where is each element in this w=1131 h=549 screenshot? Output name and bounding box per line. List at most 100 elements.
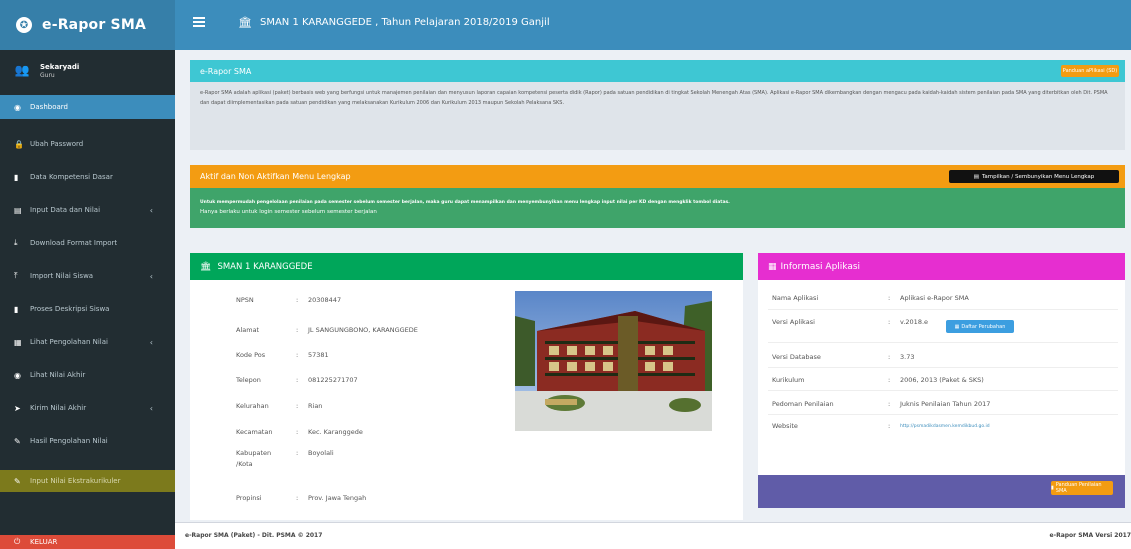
field-label: Nama Aplikasi <box>772 294 819 302</box>
school-field-kabupaten: Kabupaten /Kota: Boyolali <box>236 449 334 468</box>
sidebar-item-hasil-pengolahan[interactable]: ✎ Hasil Pengolahan Nilai <box>0 429 175 453</box>
list-icon: ▦ <box>768 261 777 272</box>
chevron-left-icon: ‹ <box>149 205 153 215</box>
footer-right: e-Rapor SMA Versi 2017 <box>1049 532 1131 539</box>
sidebar-item-label: Input Data dan Nilai <box>30 206 101 214</box>
sidebar-item-kirim-nilai[interactable]: ➤ Kirim Nilai Akhir ‹ <box>0 396 175 420</box>
app-field-versi-db: Versi Database:3.73 <box>772 353 915 361</box>
chevron-left-icon: ‹ <box>149 403 153 413</box>
sidebar-item-label: Input Nilai Ekstrakurikuler <box>30 477 121 485</box>
field-value: Boyolali <box>308 449 334 457</box>
toggle-menu-button-label: Tampilkan / Sembunyikan Menu Lengkap <box>981 173 1095 180</box>
divider <box>768 367 1118 368</box>
field-value: Kec. Karanggede <box>308 428 363 436</box>
dashboard-icon: ◉ <box>14 102 21 112</box>
school-field-alamat: Alamat: JL SANGUNGBONO, KARANGGEDE <box>236 326 418 334</box>
main-content: e-Rapor SMA Panduan aPlikasi (SD) e-Rapo… <box>175 50 1131 549</box>
divider <box>768 309 1118 310</box>
table-icon: ▤ <box>973 173 979 180</box>
app-logo[interactable]: ✪ e-Rapor SMA <box>0 0 175 50</box>
school-field-kodepos: Kode Pos:57381 <box>236 351 329 359</box>
top-navbar: ✪ e-Rapor SMA 🏛 SMAN 1 KARANGGEDE , Tahu… <box>0 0 1131 50</box>
intro-text: e-Rapor SMA adalah aplikasi (paket) berb… <box>200 90 1108 106</box>
field-label: Kurikulum <box>772 376 805 384</box>
intro-box: e-Rapor SMA Panduan aPlikasi (SD) e-Rapo… <box>190 60 1125 150</box>
field-value: Prov. Jawa Tengah <box>308 494 367 502</box>
divider <box>768 390 1118 391</box>
sidebar-item-label: Lihat Pengolahan Nilai <box>30 338 108 346</box>
daftar-perubahan-button[interactable]: ▦ Daftar Perubahan <box>946 320 1014 333</box>
sidebar-item-keluar[interactable]: ⏻ KELUAR <box>0 535 175 549</box>
book-icon: ▮ <box>14 172 19 182</box>
send-icon: ➤ <box>14 403 21 413</box>
intro-box-header: e-Rapor SMA <box>190 60 1125 82</box>
field-value: 081225271707 <box>308 376 358 384</box>
sidebar-item-data-kompetensi[interactable]: ▮ Data Kompetensi Dasar <box>0 165 175 189</box>
app-field-pedoman: Pedoman Penilaian: Juknis Penilaian Tahun… <box>772 400 991 408</box>
chevron-left-icon: ‹ <box>149 337 153 347</box>
sidebar-item-input-data[interactable]: ▤ Input Data dan Nilai ‹ <box>0 198 175 222</box>
field-label: NPSN <box>236 296 254 304</box>
menu-toggle-body: Untuk mempermudah pengelolaan penilaian … <box>190 188 1125 228</box>
app-info-box: ▦ Informasi Aplikasi Nama Aplikasi: Aplik… <box>758 253 1125 508</box>
sidebar-item-label: Lihat Nilai Akhir <box>30 371 86 379</box>
menu-toggle-text: Untuk mempermudah pengelolaan penilaian … <box>200 200 730 205</box>
menu-toggle-box: Aktif dan Non Aktifkan Menu Lengkap ▤ Ta… <box>190 165 1125 235</box>
book-icon: ▮ <box>1051 485 1054 491</box>
daftar-perubahan-label: Daftar Perubahan <box>961 323 1006 330</box>
chevron-left-icon: ‹ <box>149 271 153 281</box>
intro-box-title: e-Rapor SMA <box>200 66 252 76</box>
book-icon: ▮ <box>14 304 19 314</box>
eye-icon: ◉ <box>14 370 21 380</box>
panduan-penilaian-label: Panduan Penilaian SMA <box>1055 482 1102 494</box>
school-info-title: SMAN 1 KARANGGEDE <box>217 261 313 272</box>
menu-toggle-title: Aktif dan Non Aktifkan Menu Lengkap <box>200 172 351 181</box>
field-value: Aplikasi e-Rapor SMA <box>900 294 969 302</box>
panduan-aplikasi-button[interactable]: Panduan aPlikasi (SD) <box>1061 65 1119 77</box>
divider <box>768 414 1118 415</box>
field-label: Website <box>772 422 798 430</box>
sidebar-item-label: Data Kompetensi Dasar <box>30 173 113 181</box>
app-field-nama: Nama Aplikasi: Aplikasi e-Rapor SMA <box>772 294 969 302</box>
table-icon: ▦ <box>14 337 22 347</box>
field-value: Rian <box>308 402 323 410</box>
school-photo <box>515 291 712 431</box>
field-label: Kelurahan <box>236 402 269 410</box>
field-label: Versi Database <box>772 353 821 361</box>
panduan-penilaian-button[interactable]: ▮ Panduan Penilaian SMA <box>1051 481 1113 495</box>
website-link[interactable]: http://psmadikdasmen.kemdikbud.go.id <box>900 424 990 429</box>
toggle-menu-button[interactable]: ▤ Tampilkan / Sembunyikan Menu Lengkap <box>949 170 1119 183</box>
sidebar-item-lihat-nilai-akhir[interactable]: ◉ Lihat Nilai Akhir <box>0 363 175 387</box>
field-label: Kabupaten /Kota <box>236 449 272 468</box>
sidebar-item-proses-deskripsi[interactable]: ▮ Proses Deskripsi Siswa <box>0 297 175 321</box>
sidebar-item-label: Download Format Import <box>30 239 118 247</box>
sidebar-item-label: Import Nilai Siswa <box>30 272 94 280</box>
sidebar-item-ubah-password[interactable]: 🔒 Ubah Password <box>0 132 175 156</box>
sidebar-item-dashboard[interactable]: ◉ Dashboard <box>0 95 175 119</box>
app-field-versi: Versi Aplikasi: v.2018.e <box>772 318 929 326</box>
sidebar-item-import-nilai[interactable]: ⤒ Import Nilai Siswa ‹ <box>0 264 175 288</box>
wrench-icon: ✎ <box>14 436 21 446</box>
field-label: Telepon <box>236 376 261 384</box>
field-label: Kode Pos <box>236 351 266 359</box>
field-label: Pedoman Penilaian <box>772 400 834 408</box>
sidebar-item-download-format[interactable]: ⤓ Download Format Import <box>0 231 175 255</box>
app-field-website: Website: http://psmadikdasmen.kemdikbud.g… <box>772 422 990 430</box>
bank-icon: 🏛 <box>238 16 252 29</box>
menu-toggle-note: Hanya berlaku untuk login semester sebel… <box>200 209 377 215</box>
page-footer: e-Rapor SMA (Paket) - Dit. PSMA © 2017 e… <box>175 522 1131 549</box>
field-label: Alamat <box>236 326 260 334</box>
sidebar-item-label: Proses Deskripsi Siswa <box>30 305 110 313</box>
upload-icon: ⤒ <box>14 271 18 280</box>
sidebar-item-lihat-pengolahan[interactable]: ▦ Lihat Pengolahan Nilai ‹ <box>0 330 175 354</box>
footer-left: e-Rapor SMA (Paket) - Dit. PSMA © 2017 <box>185 532 323 539</box>
lock-icon: 🔒 <box>14 139 24 149</box>
app-field-kurikulum: Kurikulum:2006, 2013 (Paket & SKS) <box>772 376 984 384</box>
list-icon: ▦ <box>954 323 960 330</box>
field-label: Versi Aplikasi <box>772 318 815 326</box>
field-label: Kecamatan <box>236 428 273 436</box>
sidebar-toggle-icon[interactable] <box>193 17 205 27</box>
school-field-propinsi: Propinsi: Prov. Jawa Tengah <box>236 494 367 502</box>
app-info-title: Informasi Aplikasi <box>780 261 861 272</box>
sidebar-item-input-ekskul[interactable]: ✎ Input Nilai Ekstrakurikuler <box>0 470 175 492</box>
